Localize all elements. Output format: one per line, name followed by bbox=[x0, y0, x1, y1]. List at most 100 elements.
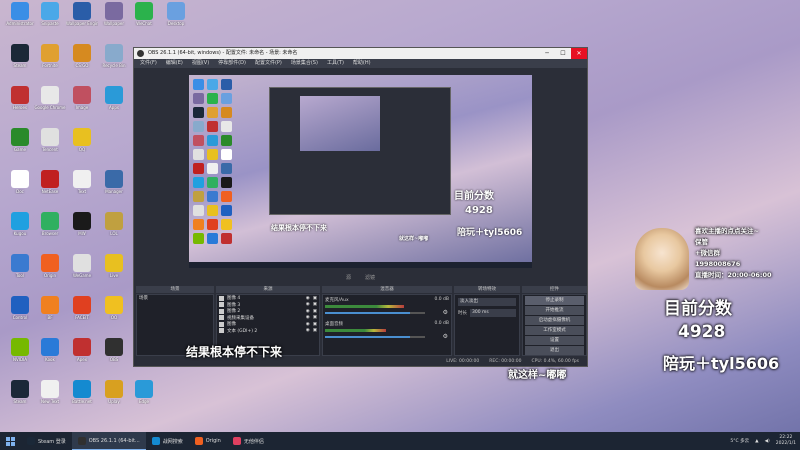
desktop-icon-label: Steam bbox=[13, 63, 27, 68]
desktop-icon[interactable]: WeGame bbox=[66, 254, 98, 278]
source-item[interactable]: 视频采集设备 ◉ ▣ bbox=[217, 315, 319, 322]
desktop-icon[interactable]: Heroes bbox=[4, 86, 36, 110]
lock-icon[interactable]: ▣ bbox=[313, 309, 317, 314]
taskbar-item[interactable]: Steam 登录 bbox=[21, 432, 72, 450]
desktop-icon[interactable]: Desktop bbox=[160, 2, 192, 26]
desktop-icon[interactable]: Kook bbox=[34, 338, 66, 362]
taskbar-item[interactable]: Origin bbox=[189, 432, 227, 450]
control-button[interactable]: 工作室模式 bbox=[525, 326, 584, 335]
eye-icon[interactable]: ◉ bbox=[306, 296, 310, 301]
desktop-icon[interactable]: Image bbox=[66, 86, 98, 110]
eye-icon[interactable]: ◉ bbox=[306, 322, 310, 327]
desktop-icon[interactable]: New Text bbox=[34, 380, 66, 404]
desktop-icon[interactable]: Origin bbox=[34, 254, 66, 278]
desktop-icon[interactable]: Game bbox=[4, 128, 36, 152]
taskbar-item[interactable]: 无他伴侣 bbox=[227, 432, 270, 450]
desktop-icon[interactable]: Recycle Bin bbox=[98, 44, 130, 68]
desktop-icon[interactable]: Kugou bbox=[4, 212, 36, 236]
desktop-icon[interactable]: Snipaste bbox=[34, 2, 66, 26]
close-button[interactable]: ✕ bbox=[571, 48, 587, 59]
source-item[interactable]: 图像 4 ◉ ▣ bbox=[217, 295, 319, 302]
desktop-icon[interactable]: Doc bbox=[4, 170, 36, 194]
obs-preview[interactable]: 目前分数 4928 陪玩＋tyl5606 结果根本停不下来 就这样~嘟嘟 bbox=[189, 75, 532, 268]
obs-titlebar[interactable]: OBS 26.1.1 (64-bit, windows) - 配置文件: 未命名… bbox=[134, 48, 587, 59]
desktop-icon[interactable]: Administrator bbox=[4, 2, 36, 26]
menu-item[interactable]: 视图(V) bbox=[192, 59, 209, 68]
menu-item[interactable]: 工具(T) bbox=[327, 59, 344, 68]
desktop-icon[interactable]: Edge bbox=[128, 380, 160, 404]
eye-icon[interactable]: ◉ bbox=[306, 315, 310, 320]
desktop-icon[interactable]: Browser bbox=[34, 212, 66, 236]
eye-icon[interactable]: ◉ bbox=[306, 309, 310, 314]
desktop-icon[interactable]: Wallpaper Engine bbox=[66, 2, 98, 26]
desktop-icon[interactable]: Steam bbox=[4, 44, 36, 68]
tab-filters[interactable]: 滤镜 bbox=[365, 274, 375, 282]
desktop-icon[interactable]: LOL bbox=[98, 212, 130, 236]
desktop-icon[interactable]: Tool bbox=[4, 254, 36, 278]
menu-item[interactable]: 停靠部件(D) bbox=[218, 59, 246, 68]
control-button[interactable]: 启动虚拟摄像机 bbox=[525, 316, 584, 325]
desktop-icon[interactable]: FACEIT bbox=[66, 296, 98, 320]
source-item[interactable]: 图像 3 ◉ ▣ bbox=[217, 302, 319, 309]
desktop-icon[interactable]: NVIDIA bbox=[4, 338, 36, 362]
source-item[interactable]: 图像 ◉ ▣ bbox=[217, 321, 319, 328]
duration-input[interactable]: 300 ms bbox=[470, 309, 516, 317]
eye-icon[interactable]: ◉ bbox=[306, 328, 310, 333]
volume-fader[interactable] bbox=[325, 312, 425, 314]
network-icon[interactable]: ▲ bbox=[755, 439, 758, 444]
desktop-icon[interactable]: Fortnite bbox=[34, 44, 66, 68]
desktop-icon[interactable]: NetEase bbox=[34, 170, 66, 194]
desktop-icon[interactable]: Steam bbox=[4, 380, 36, 404]
lock-icon[interactable]: ▣ bbox=[313, 328, 317, 333]
menu-item[interactable]: 配置文件(P) bbox=[255, 59, 282, 68]
maximize-button[interactable]: ☐ bbox=[555, 48, 571, 59]
menu-item[interactable]: 文件(F) bbox=[140, 59, 157, 68]
weather-text[interactable]: 5°C 多云 bbox=[730, 438, 749, 444]
desktop-icon[interactable]: OBS bbox=[98, 338, 130, 362]
control-button[interactable]: 开始推流 bbox=[525, 306, 584, 315]
desktop-icon[interactable]: Uplay bbox=[98, 380, 130, 404]
lock-icon[interactable]: ▣ bbox=[313, 315, 317, 320]
gear-icon[interactable]: ⚙ bbox=[443, 309, 448, 316]
lock-icon[interactable]: ▣ bbox=[313, 302, 317, 307]
obs-window[interactable]: OBS 26.1.1 (64-bit, windows) - 配置文件: 未命名… bbox=[133, 47, 588, 367]
control-button[interactable]: 设置 bbox=[525, 336, 584, 345]
desktop-icon[interactable]: Google Chrome bbox=[34, 86, 66, 110]
desktop-icon[interactable]: Text bbox=[66, 170, 98, 194]
desktop-icon[interactable]: Tencent bbox=[34, 128, 66, 152]
control-button[interactable]: 停止录制 bbox=[525, 296, 584, 305]
taskbar-item[interactable]: OBS 26.1.1 (64-bit... bbox=[71, 432, 146, 450]
clock[interactable]: 22:22 2022/1/1 bbox=[776, 435, 796, 447]
volume-fader[interactable] bbox=[325, 336, 425, 338]
volume-icon[interactable]: ◀) bbox=[765, 439, 770, 444]
desktop-icon[interactable]: Battle.net bbox=[66, 380, 98, 404]
taskbar-item[interactable]: 战网搜索 bbox=[146, 432, 189, 450]
minimize-button[interactable]: ─ bbox=[539, 48, 555, 59]
desktop-icon[interactable]: Control bbox=[4, 296, 36, 320]
tab-sources[interactable]: 源 bbox=[346, 274, 351, 282]
desktop-icon[interactable]: CS:GO bbox=[66, 44, 98, 68]
desktop-icon[interactable]: Live bbox=[98, 254, 130, 278]
desktop-icon[interactable]: QQ bbox=[66, 128, 98, 152]
desktop-icon[interactable]: Apex bbox=[66, 338, 98, 362]
desktop-icon[interactable]: OO bbox=[98, 296, 130, 320]
menu-item[interactable]: 帮助(H) bbox=[353, 59, 371, 68]
menu-item[interactable]: 编辑(E) bbox=[166, 59, 183, 68]
source-item[interactable]: 图像 2 ◉ ▣ bbox=[217, 308, 319, 315]
lock-icon[interactable]: ▣ bbox=[313, 322, 317, 327]
desktop-icon[interactable]: BF bbox=[34, 296, 66, 320]
desktop-icon[interactable]: Apps bbox=[98, 86, 130, 110]
control-button[interactable]: 退出 bbox=[525, 346, 584, 355]
menu-item[interactable]: 场景集合(S) bbox=[291, 59, 318, 68]
desktop-icon[interactable]: Manager bbox=[98, 170, 130, 194]
transition-select[interactable]: 淡入淡出 bbox=[458, 298, 516, 306]
desktop-icon[interactable]: MW bbox=[66, 212, 98, 236]
gear-icon[interactable]: ⚙ bbox=[443, 333, 448, 340]
eye-icon[interactable]: ◉ bbox=[306, 302, 310, 307]
start-button[interactable] bbox=[0, 432, 21, 450]
desktop-icon[interactable]: WeChat bbox=[128, 2, 160, 26]
lock-icon[interactable]: ▣ bbox=[313, 296, 317, 301]
source-item[interactable]: 文本 (GDI+) 2 ◉ ▣ bbox=[217, 328, 319, 335]
scene-item[interactable]: 场景 bbox=[137, 295, 213, 302]
desktop-icon[interactable]: Wallpaper bbox=[98, 2, 130, 26]
